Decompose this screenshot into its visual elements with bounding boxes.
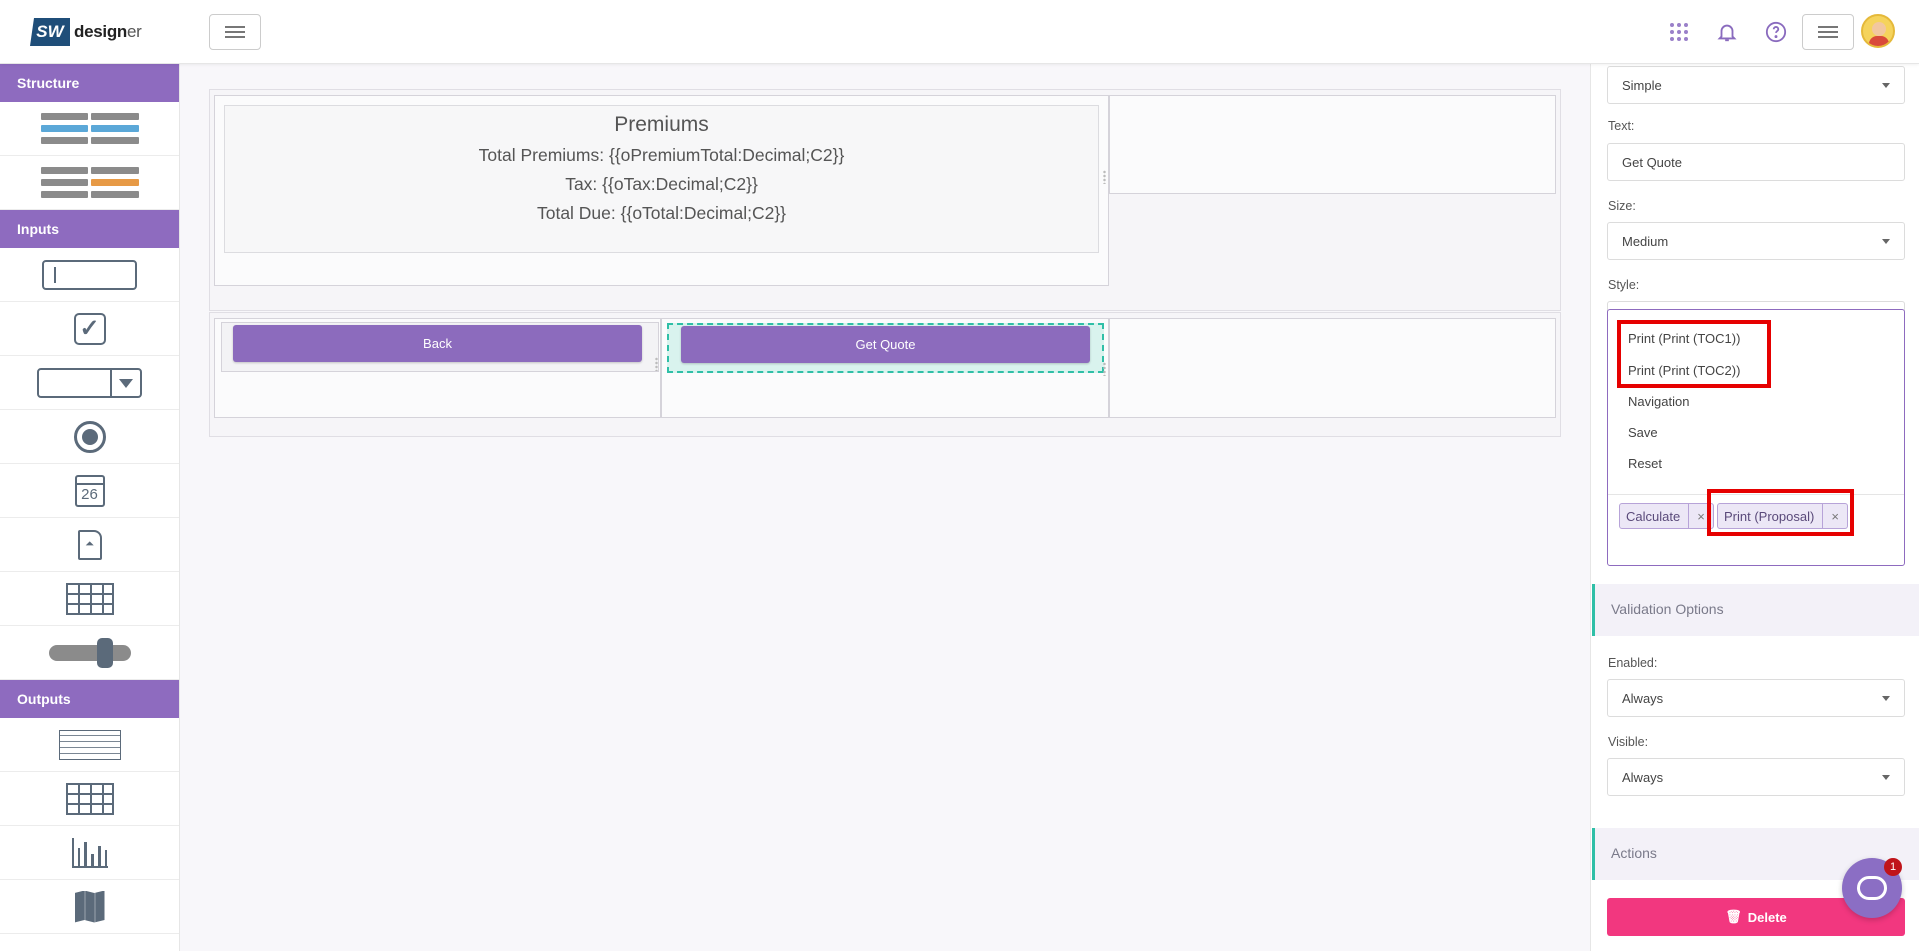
file-upload-icon: ⏶ [77,529,102,560]
type-select[interactable]: Simple [1607,66,1905,104]
column-layout-icon [40,166,139,199]
output-text-item[interactable] [0,718,179,772]
back-button[interactable]: Back [233,325,642,362]
hamburger-icon [1818,26,1838,38]
logo-name-suffix: er [127,22,142,41]
logo-mark: SW [30,18,70,46]
slider-icon [48,637,131,668]
checkbox-icon: ✓ [73,312,106,345]
enabled-select[interactable]: Always [1607,679,1905,717]
resize-handle[interactable] [655,357,658,371]
input-slider-item[interactable] [0,626,179,680]
bar-chart-icon [71,837,108,868]
sidebar-toggle-button[interactable] [209,14,261,50]
avatar[interactable] [1861,14,1895,48]
grid-icon [65,582,114,615]
input-select-item[interactable] [0,356,179,410]
output-chart-item[interactable] [0,826,179,880]
structure-column-item[interactable] [0,156,179,210]
text-input[interactable]: Get Quote [1607,143,1905,181]
delete-button-label: Delete [1747,909,1787,925]
input-date-item[interactable]: 26 [0,464,179,518]
canvas-cell-empty-2[interactable] [1109,318,1556,418]
menu-button[interactable] [1802,14,1854,50]
radio-icon [73,420,106,453]
output-map-item[interactable] [0,880,179,934]
validation-options-header[interactable]: Validation Options [1592,584,1919,636]
resize-handle[interactable] [1103,170,1106,184]
input-textbox-item[interactable] [0,248,179,302]
chat-badge: 1 [1884,858,1902,876]
properties-panel: Simple Text: Get Quote Size: Medium Styl… [1590,64,1919,951]
chip-calculate: Calculate × [1619,503,1714,529]
chip-label: Calculate [1626,508,1681,524]
apps-grid-icon[interactable] [1667,20,1691,44]
resize-handle[interactable] [1103,362,1106,376]
output-clock-item[interactable] [0,934,179,951]
section-inputs: Inputs [0,210,179,248]
premiums-title: Premiums [614,113,709,136]
row-layout-icon [40,112,139,145]
option-reset[interactable]: Reset [1628,456,1662,471]
enabled-label: Enabled: [1608,656,1658,670]
size-select[interactable]: Medium [1607,222,1905,260]
style-label: Style: [1608,278,1640,292]
structure-row-item[interactable] [0,102,179,156]
tax-text: Tax: {{oTax:Decimal;C2}} [565,174,758,194]
section-structure: Structure [0,64,179,102]
input-checkbox-item[interactable]: ✓ [0,302,179,356]
chat-icon [1857,876,1887,900]
top-bar: SW designer [0,0,1919,64]
section-outputs: Outputs [0,680,179,718]
textbox-icon [42,259,137,290]
highlight-box-print-proposal [1707,489,1854,536]
input-radio-item[interactable] [0,410,179,464]
text-label: Text: [1608,119,1635,133]
size-label: Size: [1608,199,1636,213]
calendar-icon: 26 [74,474,105,507]
input-file-item[interactable]: ⏶ [0,518,179,572]
total-premiums-text: Total Premiums: {{oPremiumTotal:Decimal;… [478,145,845,165]
visible-select[interactable]: Always [1607,758,1905,796]
highlight-box-print-options [1617,320,1771,388]
trash-icon: 🗑 [1725,909,1742,924]
hamburger-icon [225,26,245,38]
component-sidebar: Structure Inputs ✓ 26 ⏶ Outputs [0,64,180,951]
visible-label: Visible: [1608,735,1649,749]
total-due-text: Total Due: {{oTotal:Decimal;C2}} [536,203,787,223]
chat-widget-button[interactable]: 1 [1842,858,1902,918]
bell-icon[interactable] [1715,20,1739,44]
logo[interactable]: SW designer [30,17,142,47]
logo-name: design [74,22,127,41]
text-block-icon [58,729,121,760]
select-icon [37,367,142,398]
help-icon[interactable] [1764,20,1788,44]
option-navigation[interactable]: Navigation [1628,394,1689,409]
premiums-output[interactable]: Premiums Total Premiums: {{oPremiumTotal… [224,105,1099,253]
input-grid-item[interactable] [0,572,179,626]
option-save[interactable]: Save [1628,425,1658,440]
canvas-cell-empty-1[interactable] [1109,95,1556,194]
table-icon [65,782,114,815]
logo-text: designer [74,22,142,42]
output-table-item[interactable] [0,772,179,826]
map-icon [74,890,105,923]
get-quote-button[interactable]: Get Quote [681,326,1090,363]
